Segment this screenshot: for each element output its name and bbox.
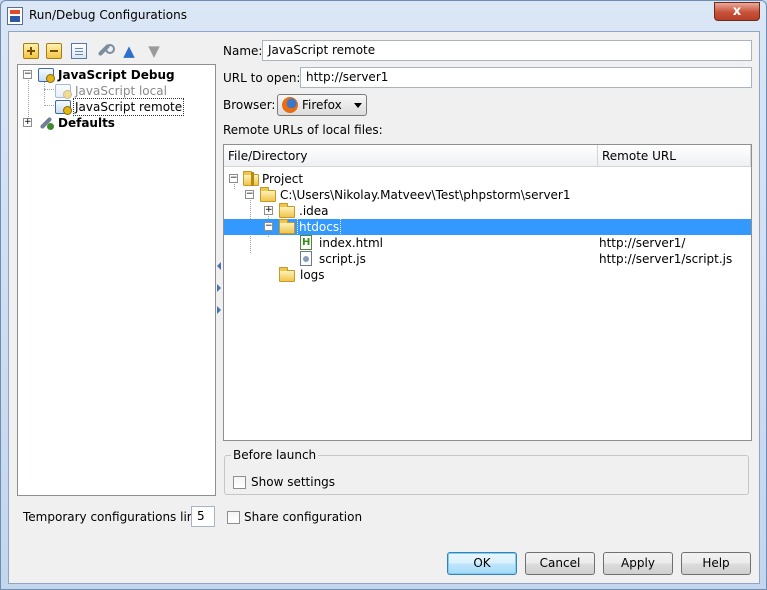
collapse-toggle[interactable]: − bbox=[264, 222, 273, 231]
file-name: index.html bbox=[319, 236, 383, 250]
cancel-button[interactable]: Cancel bbox=[525, 552, 595, 575]
splitter-handle[interactable] bbox=[217, 262, 222, 322]
file-name: htdocs bbox=[296, 218, 342, 236]
close-button[interactable]: x bbox=[714, 2, 760, 21]
expand-toggle[interactable]: + bbox=[264, 206, 273, 215]
table-row[interactable]: − C:\Users\Nikolay.Matveev\Test\phpstorm… bbox=[224, 187, 751, 203]
expand-right-icon[interactable] bbox=[217, 306, 221, 314]
url-label: URL to open: bbox=[223, 71, 301, 85]
arrow-down-icon[interactable]: ▼ bbox=[146, 43, 162, 59]
javascript-debug-icon bbox=[38, 68, 55, 83]
javascript-config-icon bbox=[55, 84, 72, 99]
tree-item-label: JavaScript remote bbox=[72, 98, 185, 116]
html-file-icon bbox=[300, 235, 312, 250]
share-configuration-checkbox[interactable] bbox=[227, 511, 240, 524]
tree-item-javascript-local[interactable]: JavaScript local bbox=[18, 83, 214, 99]
expand-toggle[interactable]: + bbox=[23, 118, 32, 127]
column-header-file[interactable]: File/Directory bbox=[224, 145, 598, 167]
help-button[interactable]: Help bbox=[681, 552, 751, 575]
collapse-toggle[interactable]: − bbox=[245, 190, 254, 199]
folder-open-icon bbox=[279, 219, 295, 234]
collapse-left-icon[interactable] bbox=[217, 262, 221, 270]
share-configuration-label[interactable]: Share configuration bbox=[244, 510, 362, 524]
folder-open-icon bbox=[260, 187, 276, 202]
tree-item-javascript-remote[interactable]: JavaScript remote bbox=[18, 98, 214, 116]
tree-item-label: JavaScript local bbox=[75, 84, 167, 98]
javascript-config-icon bbox=[55, 100, 72, 115]
folder-icon bbox=[279, 203, 295, 218]
remove-icon[interactable] bbox=[46, 43, 62, 59]
name-input[interactable]: JavaScript remote bbox=[262, 40, 752, 61]
table-row[interactable]: script.js http://server1/script.js bbox=[224, 251, 751, 267]
table-row[interactable]: logs bbox=[224, 267, 751, 283]
window-title: Run/Debug Configurations bbox=[29, 8, 187, 22]
temp-limit-input[interactable]: 5 bbox=[191, 506, 215, 527]
file-name: script.js bbox=[319, 252, 366, 266]
dialog-body: ▲ ▼ − JavaScript Debug JavaScript local … bbox=[8, 31, 760, 584]
file-name: C:\Users\Nikolay.Matveev\Test\phpstorm\s… bbox=[280, 188, 571, 202]
remote-urls-label: Remote URLs of local files: bbox=[223, 123, 383, 137]
browser-value: Firefox bbox=[302, 98, 342, 112]
collapse-toggle[interactable]: − bbox=[229, 174, 238, 183]
expand-right-icon[interactable] bbox=[217, 284, 221, 292]
url-input[interactable]: http://server1 bbox=[300, 67, 752, 88]
configuration-tree[interactable]: − JavaScript Debug JavaScript local Java… bbox=[17, 64, 216, 496]
copy-icon[interactable] bbox=[71, 43, 87, 59]
remote-url[interactable]: http://server1/script.js bbox=[599, 251, 732, 267]
remote-urls-table[interactable]: File/Directory Remote URL − Project − C:… bbox=[223, 144, 752, 441]
arrow-up-icon[interactable]: ▲ bbox=[121, 43, 137, 59]
tree-group-defaults[interactable]: + Defaults bbox=[18, 115, 214, 131]
file-name: Project bbox=[262, 172, 304, 186]
before-launch-group: Before launch Show settings bbox=[224, 448, 749, 495]
add-icon[interactable] bbox=[23, 43, 39, 59]
remote-url[interactable]: http://server1/ bbox=[599, 235, 685, 251]
app-icon bbox=[7, 7, 23, 25]
table-row[interactable]: − Project bbox=[224, 171, 751, 187]
wrench-icon[interactable] bbox=[96, 43, 115, 59]
js-file-icon bbox=[300, 251, 312, 266]
before-launch-title: Before launch bbox=[231, 448, 319, 462]
defaults-wrench-icon bbox=[38, 116, 54, 130]
dialog-window: Run/Debug Configurations x ▲ ▼ − JavaScr… bbox=[0, 0, 767, 590]
title-bar[interactable]: Run/Debug Configurations x bbox=[1, 1, 766, 31]
tree-group-label: JavaScript Debug bbox=[58, 68, 175, 82]
show-settings-label[interactable]: Show settings bbox=[251, 475, 335, 489]
file-name: logs bbox=[300, 268, 325, 282]
browser-label: Browser: bbox=[223, 98, 276, 112]
chevron-down-icon bbox=[354, 103, 362, 108]
collapse-toggle[interactable]: − bbox=[23, 70, 32, 79]
show-settings-checkbox[interactable] bbox=[233, 476, 246, 489]
name-label: Name: bbox=[223, 44, 263, 58]
column-header-remote-url[interactable]: Remote URL bbox=[598, 145, 751, 167]
tree-group-label: Defaults bbox=[58, 116, 115, 130]
project-folder-icon bbox=[243, 171, 259, 186]
table-row-selected[interactable]: − htdocs bbox=[224, 218, 751, 236]
temp-limit-label: Temporary configurations limit: bbox=[23, 510, 211, 524]
file-name: .idea bbox=[299, 204, 329, 218]
ok-button[interactable]: OK bbox=[447, 552, 517, 575]
tree-group-javascript-debug[interactable]: − JavaScript Debug bbox=[18, 67, 214, 83]
firefox-icon bbox=[282, 97, 298, 113]
table-row[interactable]: + .idea bbox=[224, 203, 751, 219]
folder-icon bbox=[279, 267, 295, 282]
apply-button[interactable]: Apply bbox=[603, 552, 673, 575]
table-row[interactable]: index.html http://server1/ bbox=[224, 235, 751, 251]
browser-select[interactable]: Firefox bbox=[277, 94, 367, 116]
